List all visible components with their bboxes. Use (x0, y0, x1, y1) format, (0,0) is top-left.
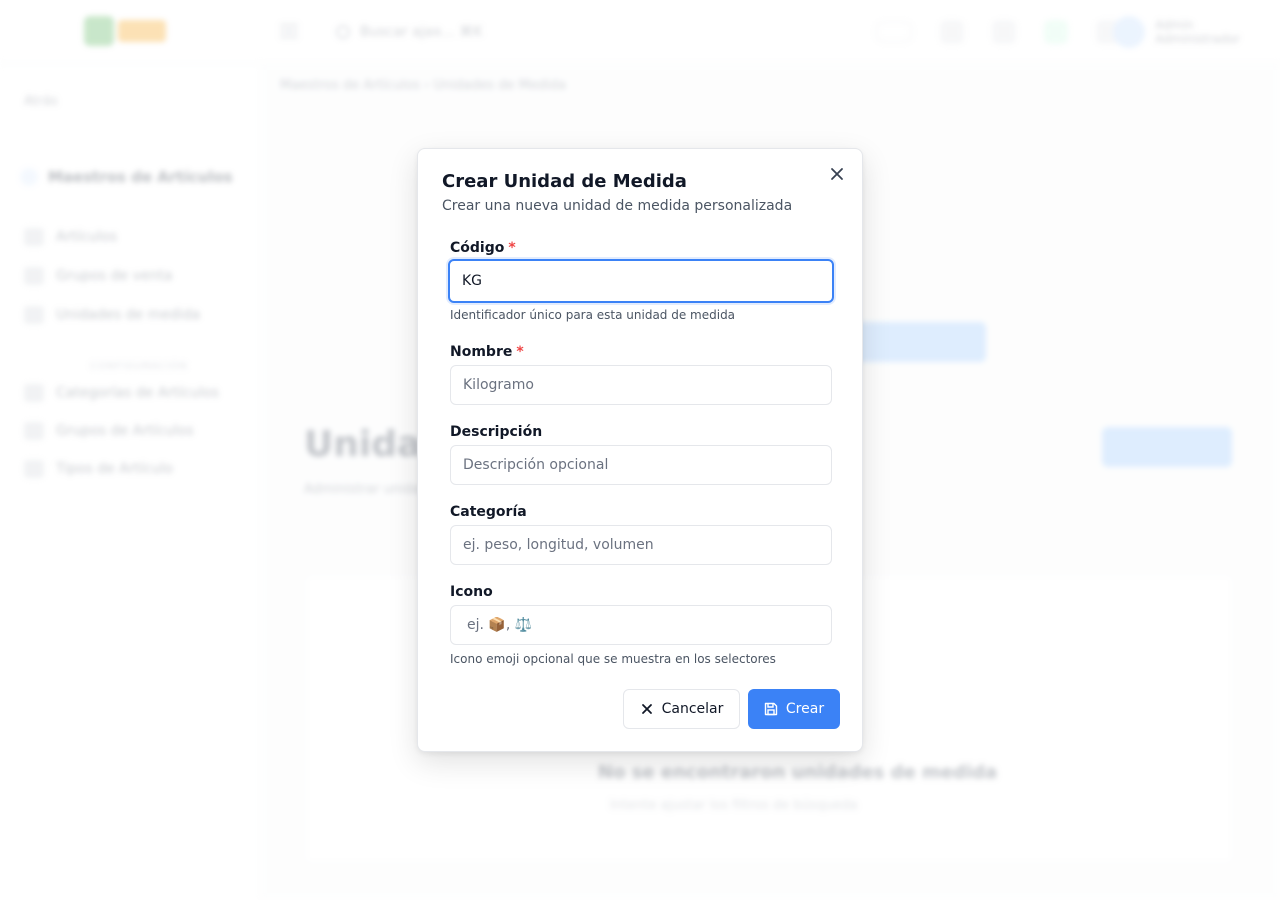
name-label: Nombre * (450, 344, 524, 360)
dialog-title: Crear Unidad de Medida (442, 171, 687, 192)
code-help-text: Identificador único para esta unidad de … (450, 308, 736, 322)
icon-label: Icono (450, 584, 493, 600)
code-label: Código * (450, 240, 516, 256)
create-unit-dialog: Crear Unidad de Medida Crear una nueva u… (417, 148, 863, 752)
cancel-button[interactable]: Cancelar (623, 689, 740, 729)
required-mark: * (508, 240, 516, 256)
create-button[interactable]: Crear (748, 689, 840, 729)
description-field[interactable] (450, 445, 832, 485)
dialog-subtitle: Crear una nueva unidad de medida persona… (442, 198, 793, 214)
code-field[interactable] (448, 259, 834, 303)
close-icon (831, 168, 843, 180)
icon-field[interactable] (450, 605, 832, 645)
cancel-label: Cancelar (661, 701, 724, 717)
icon-help-text: Icono emoji opcional que se muestra en l… (450, 652, 776, 666)
required-mark: * (516, 344, 524, 360)
close-button[interactable] (828, 165, 846, 183)
save-icon (764, 702, 778, 716)
x-icon (641, 704, 652, 714)
category-field[interactable] (450, 525, 832, 565)
create-label: Crear (785, 701, 825, 717)
category-label: Categoría (450, 504, 527, 520)
name-field[interactable] (450, 365, 832, 405)
description-label: Descripción (450, 424, 543, 440)
